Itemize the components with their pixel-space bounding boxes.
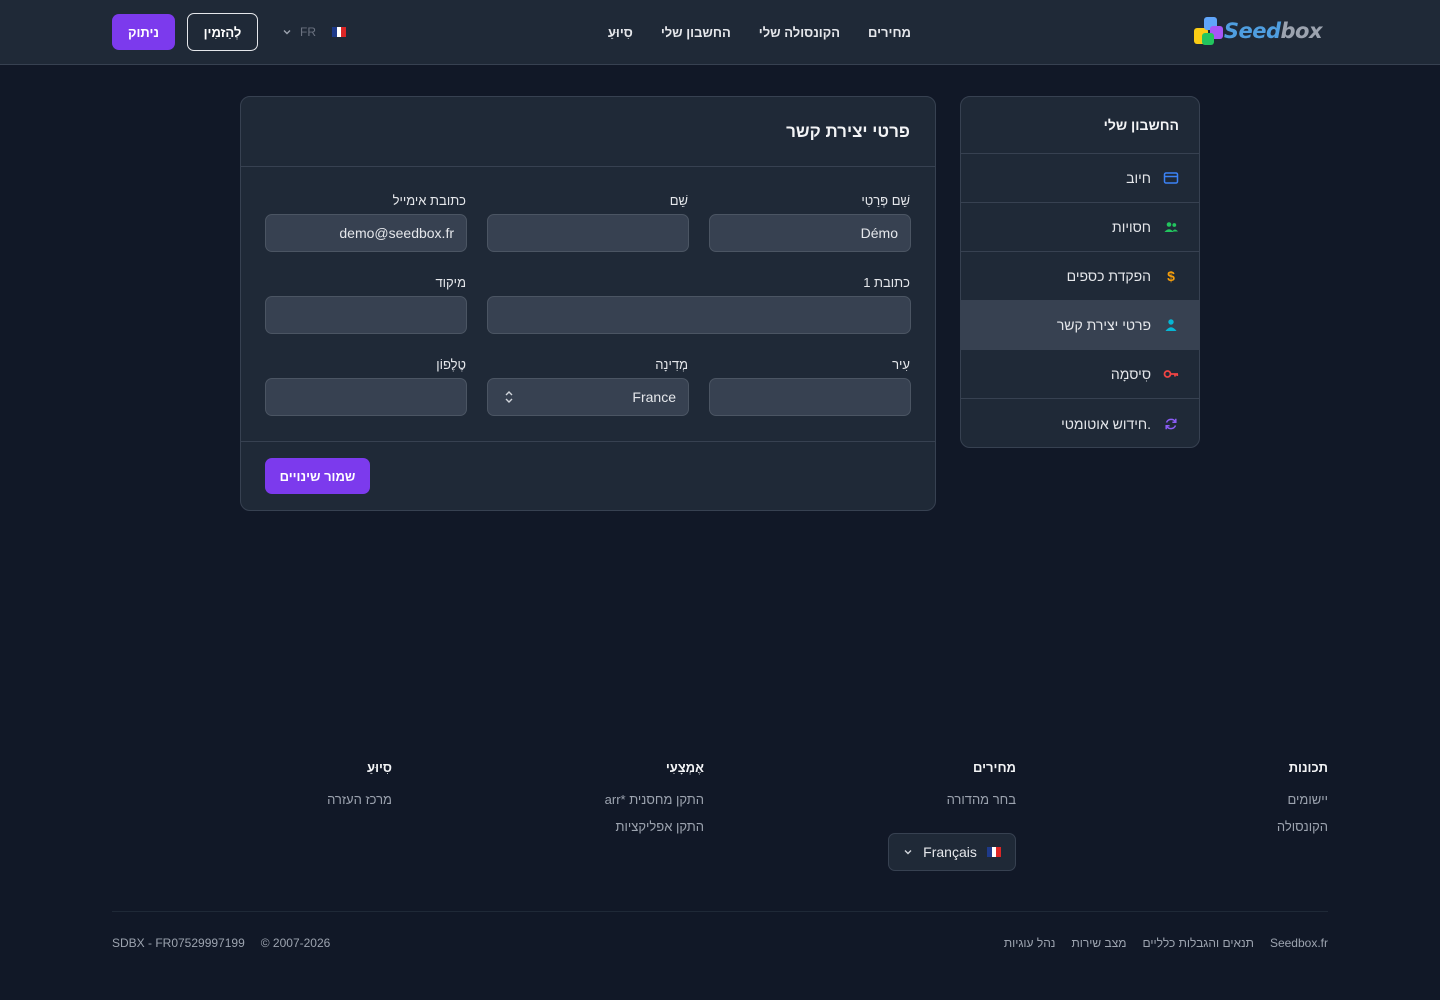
top-header: Seedbox מחירים הקונסולה שלי החשבון שלי ס… xyxy=(0,0,1440,65)
refresh-icon xyxy=(1163,416,1179,432)
footer-heading: תכונות xyxy=(1288,760,1328,775)
company-id: SDBX - FR07529997199 xyxy=(112,936,245,950)
first-name-input[interactable] xyxy=(709,214,911,252)
card-footer: שמור שינויים xyxy=(241,441,935,511)
sidebar-title: החשבון שלי xyxy=(961,97,1199,154)
zip-input[interactable] xyxy=(265,296,467,334)
footer-language-label: Français xyxy=(923,844,977,860)
language-selector[interactable]: FR xyxy=(282,22,347,42)
sidebar-item-label: חיוב xyxy=(1126,170,1151,186)
footer-link-service-status[interactable]: מצב שירות xyxy=(1071,936,1126,950)
footer-heading: מחירים xyxy=(973,760,1016,775)
nav-pricing[interactable]: מחירים xyxy=(868,25,911,40)
footer-col-features: תכונות יישומים הקונסולה xyxy=(1108,760,1328,846)
save-changes-button[interactable]: שמור שינויים xyxy=(265,458,370,494)
language-code: FR xyxy=(300,25,316,39)
sidebar-item-label: חסויות xyxy=(1112,219,1151,235)
footer-link-choose-edition[interactable]: בחר מהדורה xyxy=(796,792,1016,807)
key-icon xyxy=(1163,366,1179,382)
last-name-input[interactable] xyxy=(487,214,689,252)
footer-link-install-arr[interactable]: התקן מחסנית *arr xyxy=(484,792,704,807)
sidebar-item-billing[interactable]: חיוב xyxy=(961,154,1199,203)
logo-cubes-icon xyxy=(1192,15,1223,47)
country-select[interactable]: France xyxy=(487,378,689,416)
sidebar-item-deposit[interactable]: הפקדת כספים $ xyxy=(961,252,1199,301)
contact-details-card: פרטי יצירת קשר שֵׁם פְּרַטִי שֵׁם כתובת … xyxy=(240,96,936,511)
footer-link-install-apps[interactable]: התקן אפליקציות xyxy=(484,819,704,834)
last-name-label: שֵׁם xyxy=(669,193,688,208)
logo-text: Seedbox xyxy=(1223,19,1323,43)
logout-button[interactable]: ניתוק xyxy=(112,14,175,50)
country-label: מְדִינָה xyxy=(655,357,688,372)
email-label: כתובת אימייל xyxy=(392,193,466,208)
footer-language-select[interactable]: Français xyxy=(888,833,1016,871)
nav-my-console[interactable]: הקונסולה שלי xyxy=(759,25,840,40)
french-flag-icon xyxy=(332,27,347,37)
footer-link-manage-cookies[interactable]: נהל עוגיות xyxy=(1004,936,1056,950)
seedbox-logo[interactable]: Seedbox xyxy=(1192,14,1322,48)
credit-card-icon xyxy=(1163,170,1179,186)
sidebar-item-auto-renew[interactable]: חידוש אוטומטי. xyxy=(961,399,1199,447)
sidebar-item-password[interactable]: סִיסמָה xyxy=(961,350,1199,399)
zip-label: מיקוד xyxy=(435,275,466,290)
sidebar-item-label: פרטי יצירת קשר xyxy=(1056,317,1151,333)
account-sidebar: החשבון שלי חיוב חסויות הפקדת כספים $ פרט… xyxy=(960,96,1200,448)
footer-col-support: סִיוּעַ מרכז העזרה xyxy=(172,760,392,819)
footer-link-console[interactable]: הקונסולה xyxy=(1108,819,1328,834)
order-button[interactable]: לְהַזמִין xyxy=(187,13,258,51)
nav-my-account[interactable]: החשבון שלי xyxy=(661,25,731,40)
footer-divider xyxy=(112,911,1328,912)
footer-col-resources: אֶמְצָעִי התקן מחסנית *arr התקן אפליקציו… xyxy=(484,760,704,846)
chevron-down-icon xyxy=(283,30,291,35)
footer-link-help-center[interactable]: מרכז העזרה xyxy=(172,792,392,807)
footer-bottom-links: Seedbox.fr תנאים והגבלות כלליים מצב שירו… xyxy=(1004,936,1328,950)
user-icon xyxy=(1163,317,1179,333)
card-title: פרטי יצירת קשר xyxy=(241,97,935,167)
copyright: © 2007-2026 xyxy=(260,936,331,950)
footer-link-seedbox-fr[interactable]: Seedbox.fr xyxy=(1270,936,1328,950)
main-nav: מחירים הקונסולה שלי החשבון שלי סִיוּעַ xyxy=(608,0,911,64)
nav-support[interactable]: סִיוּעַ xyxy=(608,25,633,40)
footer-heading: אֶמְצָעִי xyxy=(665,760,704,775)
sidebar-item-label: הפקדת כספים xyxy=(1066,268,1151,284)
first-name-label: שֵׁם פְּרַטִי xyxy=(861,193,910,208)
french-flag-icon xyxy=(987,847,1002,857)
users-icon xyxy=(1163,219,1179,235)
footer-col-pricing: מחירים בחר מהדורה xyxy=(796,760,1016,819)
footer-link-terms[interactable]: תנאים והגבלות כלליים xyxy=(1142,936,1253,950)
phone-input[interactable] xyxy=(265,378,467,416)
dollar-icon: $ xyxy=(1167,268,1175,284)
chevron-up-down-icon xyxy=(505,391,513,403)
footer-legal: SDBX - FR07529997199 © 2007-2026 xyxy=(112,936,330,950)
footer-heading: סִיוּעַ xyxy=(367,760,392,775)
city-label: עִיר xyxy=(892,357,910,372)
address1-label: כתובת 1 xyxy=(863,275,910,290)
footer-link-applications[interactable]: יישומים xyxy=(1108,792,1329,807)
country-value: France xyxy=(632,389,676,405)
sidebar-item-contact-details[interactable]: פרטי יצירת קשר xyxy=(961,301,1199,350)
chevron-down-icon xyxy=(904,850,912,855)
sidebar-item-label: סִיסמָה xyxy=(1110,366,1151,382)
email-input[interactable] xyxy=(265,214,467,252)
address1-input[interactable] xyxy=(487,296,911,334)
phone-label: טֶלֶפוֹן xyxy=(436,357,466,372)
city-input[interactable] xyxy=(709,378,911,416)
sidebar-item-sponsorships[interactable]: חסויות xyxy=(961,203,1199,252)
sidebar-item-label: חידוש אוטומטי. xyxy=(1061,415,1151,432)
